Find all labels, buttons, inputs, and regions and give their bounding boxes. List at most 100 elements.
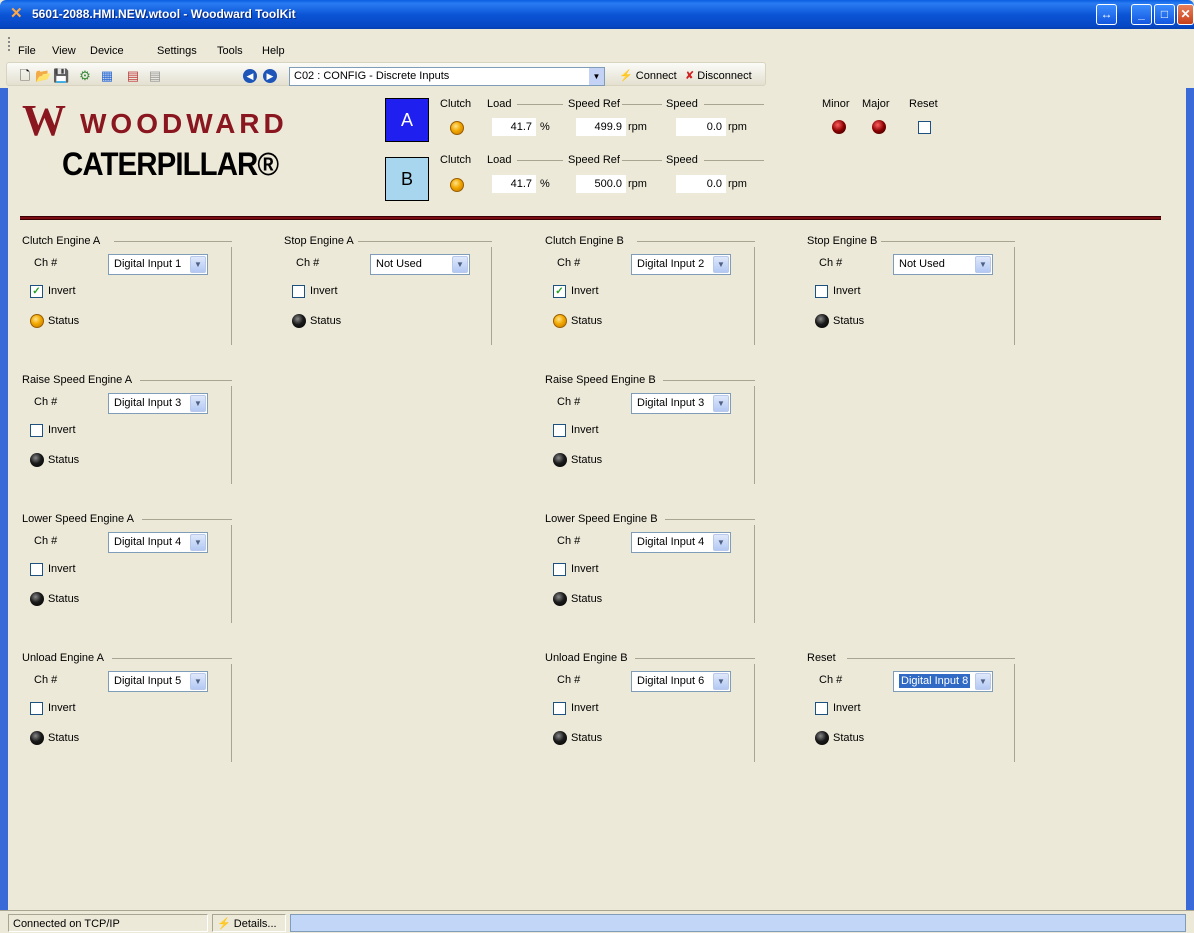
engine-b-load-unit: %: [540, 178, 550, 190]
properties-icon[interactable]: ⚙: [77, 68, 93, 84]
engine-a-button[interactable]: A: [385, 98, 429, 142]
save-icon[interactable]: 💾: [53, 68, 69, 84]
open-folder-icon[interactable]: 📂: [35, 68, 51, 84]
channel-select[interactable]: Digital Input 4 ▼: [631, 532, 731, 553]
details-button[interactable]: ⚡ Details...: [212, 914, 286, 932]
forward-icon[interactable]: ▶: [263, 69, 277, 83]
minimize-button[interactable]: _: [1131, 4, 1152, 25]
engine-a-load-value: 41.7: [492, 118, 536, 136]
status-label: Status: [833, 315, 865, 327]
engine-a-speed-ref-value: 499.9: [576, 118, 626, 136]
engine-a-speed-label: Speed: [666, 98, 698, 110]
page-select-value: C02 : CONFIG - Discrete Inputs: [294, 70, 450, 82]
invert-checkbox[interactable]: [553, 563, 566, 576]
group-border: [358, 241, 492, 242]
menu-grip: [8, 37, 11, 51]
invert-checkbox[interactable]: [553, 424, 566, 437]
channel-select[interactable]: Digital Input 2 ▼: [631, 254, 731, 275]
channel-select[interactable]: Digital Input 3 ▼: [108, 393, 208, 414]
menu-tools[interactable]: Tools: [217, 45, 243, 57]
channel-select-value: Digital Input 8: [899, 674, 971, 688]
menu-view[interactable]: View: [52, 45, 76, 57]
caterpillar-logo: CATERPILLAR®: [62, 146, 279, 182]
invert-checkbox[interactable]: [30, 702, 43, 715]
page-select[interactable]: C02 : CONFIG - Discrete Inputs ▼: [289, 67, 605, 86]
channel-select[interactable]: Digital Input 1 ▼: [108, 254, 208, 275]
chevron-down-icon[interactable]: ▼: [190, 534, 206, 551]
new-file-icon[interactable]: 🗋: [17, 68, 33, 84]
channel-select[interactable]: Digital Input 6 ▼: [631, 671, 731, 692]
menu-help[interactable]: Help: [262, 45, 285, 57]
disconnect-icon: ✘: [685, 70, 695, 82]
chevron-down-icon[interactable]: ▼: [190, 395, 206, 412]
invert-checkbox[interactable]: [292, 285, 305, 298]
reset-checkbox[interactable]: [918, 121, 931, 134]
title-bar[interactable]: ✕ 5601-2088.HMI.NEW.wtool - Woodward Too…: [0, 0, 1194, 29]
invert-checkbox[interactable]: [815, 285, 828, 298]
calendar-icon[interactable]: ▤: [125, 68, 141, 84]
invert-checkbox[interactable]: [30, 563, 43, 576]
menu-device[interactable]: Device: [90, 45, 124, 57]
group-title: Clutch Engine A: [22, 235, 105, 247]
chevron-down-icon[interactable]: ▼: [190, 256, 206, 273]
page-view-icon[interactable]: ▦: [99, 68, 115, 84]
engine-b-speed-ref-label: Speed Ref: [568, 154, 620, 166]
status-led: [292, 314, 306, 328]
minor-alarm-label: Minor: [822, 98, 850, 110]
disconnect-button[interactable]: ✘ Disconnect: [685, 67, 752, 85]
group-reset: Reset Ch # Digital Input 8 ▼ Invert Stat…: [807, 652, 1015, 762]
chevron-down-icon[interactable]: ▼: [713, 256, 729, 273]
engine-b-clutch-label: Clutch: [440, 154, 472, 166]
status-label: Status: [48, 593, 80, 605]
restore-size-icon[interactable]: ↔: [1096, 4, 1117, 25]
channel-select[interactable]: Digital Input 8 ▼: [893, 671, 993, 692]
status-label: Status: [571, 593, 603, 605]
engine-a-speed-value: 0.0: [676, 118, 726, 136]
engine-a-clutch-label: Clutch: [440, 98, 472, 110]
group-border: [754, 525, 755, 623]
connect-button[interactable]: ⚡ Connect: [619, 67, 677, 85]
channel-select[interactable]: Digital Input 5 ▼: [108, 671, 208, 692]
group-border: [635, 658, 755, 659]
chevron-down-icon[interactable]: ▼: [452, 256, 468, 273]
engine-b-button[interactable]: B: [385, 157, 429, 201]
engine-b-header-line: [704, 160, 764, 161]
channel-select-value: Digital Input 3: [637, 397, 705, 409]
channel-select[interactable]: Not Used ▼: [370, 254, 470, 275]
channel-select[interactable]: Digital Input 4 ▼: [108, 532, 208, 553]
invert-checkbox[interactable]: [30, 424, 43, 437]
invert-label: Invert: [833, 702, 861, 714]
invert-label: Invert: [48, 424, 76, 436]
channel-select[interactable]: Not Used ▼: [893, 254, 993, 275]
chevron-down-icon[interactable]: ▼: [713, 395, 729, 412]
channel-label: Ch #: [34, 396, 58, 408]
chevron-down-icon[interactable]: ▼: [190, 673, 206, 690]
back-icon[interactable]: ◀: [243, 69, 257, 83]
chevron-down-icon[interactable]: ▼: [713, 673, 729, 690]
menu-settings[interactable]: Settings: [157, 45, 197, 57]
maximize-button[interactable]: □: [1154, 4, 1175, 25]
channel-select[interactable]: Digital Input 3 ▼: [631, 393, 731, 414]
invert-checkbox[interactable]: [815, 702, 828, 715]
channel-select-value: Digital Input 5: [114, 675, 182, 687]
woodward-logo: W WOODWARD: [22, 99, 322, 143]
status-led: [553, 731, 567, 745]
invert-label: Invert: [571, 424, 599, 436]
invert-checkbox[interactable]: [553, 702, 566, 715]
group-border: [665, 519, 755, 520]
chevron-down-icon[interactable]: ▼: [975, 673, 991, 690]
status-led: [815, 731, 829, 745]
chevron-down-icon[interactable]: ▼: [589, 68, 604, 85]
chevron-down-icon[interactable]: ▼: [975, 256, 991, 273]
engine-b-load-label: Load: [487, 154, 512, 166]
invert-checkbox[interactable]: ✓: [553, 285, 566, 298]
content-area: [8, 88, 1186, 910]
close-button[interactable]: ✕: [1177, 4, 1194, 25]
menu-file[interactable]: File: [18, 45, 36, 57]
group-unload-engine-a: Unload Engine A Ch # Digital Input 5 ▼ I…: [22, 652, 232, 762]
toolbar: 🗋 📂 💾 ⚙ ▦ ▤ ▤ ◀ ▶ C02 : CONFIG - Discret…: [0, 60, 1194, 88]
channel-label: Ch #: [819, 674, 843, 686]
group-lower-speed-engine-b: Lower Speed Engine B Ch # Digital Input …: [545, 513, 755, 623]
chevron-down-icon[interactable]: ▼: [713, 534, 729, 551]
invert-checkbox[interactable]: ✓: [30, 285, 43, 298]
